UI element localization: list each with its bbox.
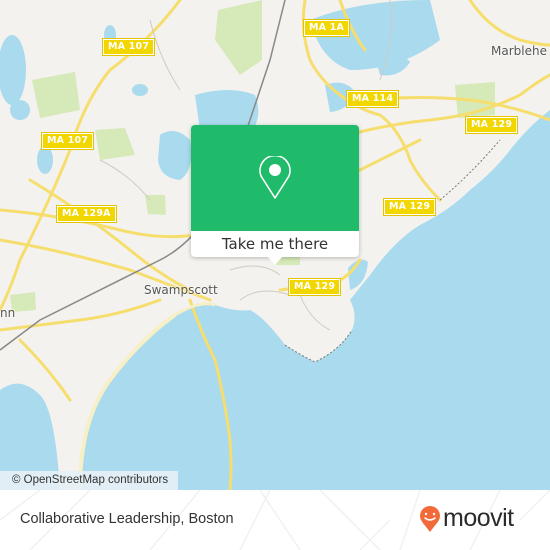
attribution-text[interactable]: © OpenStreetMap contributors bbox=[12, 474, 168, 486]
route-shield-ma-129: MA 129 bbox=[287, 278, 342, 296]
moovit-pin-icon bbox=[420, 505, 440, 532]
place-label-marblehead: Marblehe bbox=[491, 44, 547, 58]
map[interactable]: MA 107 MA 107 MA 129A MA 1A MA 114 MA 12… bbox=[0, 0, 550, 490]
map-attribution[interactable]: © OpenStreetMap contributors bbox=[0, 471, 179, 490]
lake bbox=[0, 35, 26, 105]
lake bbox=[132, 84, 148, 96]
route-shield-ma-129a: MA 129A bbox=[56, 205, 117, 223]
map-pin-icon bbox=[259, 156, 291, 199]
popup-tail bbox=[267, 256, 283, 265]
moovit-logo-text: moovit bbox=[443, 504, 514, 532]
lake bbox=[158, 131, 192, 180]
popup-header bbox=[191, 125, 359, 231]
lake bbox=[37, 146, 53, 174]
park-area bbox=[95, 128, 135, 160]
route-shield-ma-129: MA 129 bbox=[464, 116, 519, 134]
park-area bbox=[215, 0, 262, 75]
route-shield-ma-1a: MA 1A bbox=[302, 19, 351, 37]
place-label-swampscott: Swampscott bbox=[144, 283, 218, 297]
lake bbox=[10, 100, 30, 120]
location-title: Collaborative Leadership, Boston bbox=[20, 511, 234, 527]
route-shield-ma-129: MA 129 bbox=[382, 198, 437, 216]
route-shield-ma-107: MA 107 bbox=[101, 38, 156, 56]
place-label-lynn: nn bbox=[0, 306, 16, 320]
route-shield-ma-107: MA 107 bbox=[40, 132, 95, 150]
moovit-logo[interactable]: moovit bbox=[419, 504, 514, 533]
route-shield-ma-114: MA 114 bbox=[345, 90, 400, 108]
take-me-there-button[interactable]: Take me there bbox=[191, 231, 359, 257]
location-popup: Take me there bbox=[191, 125, 359, 265]
park-area bbox=[32, 72, 80, 118]
